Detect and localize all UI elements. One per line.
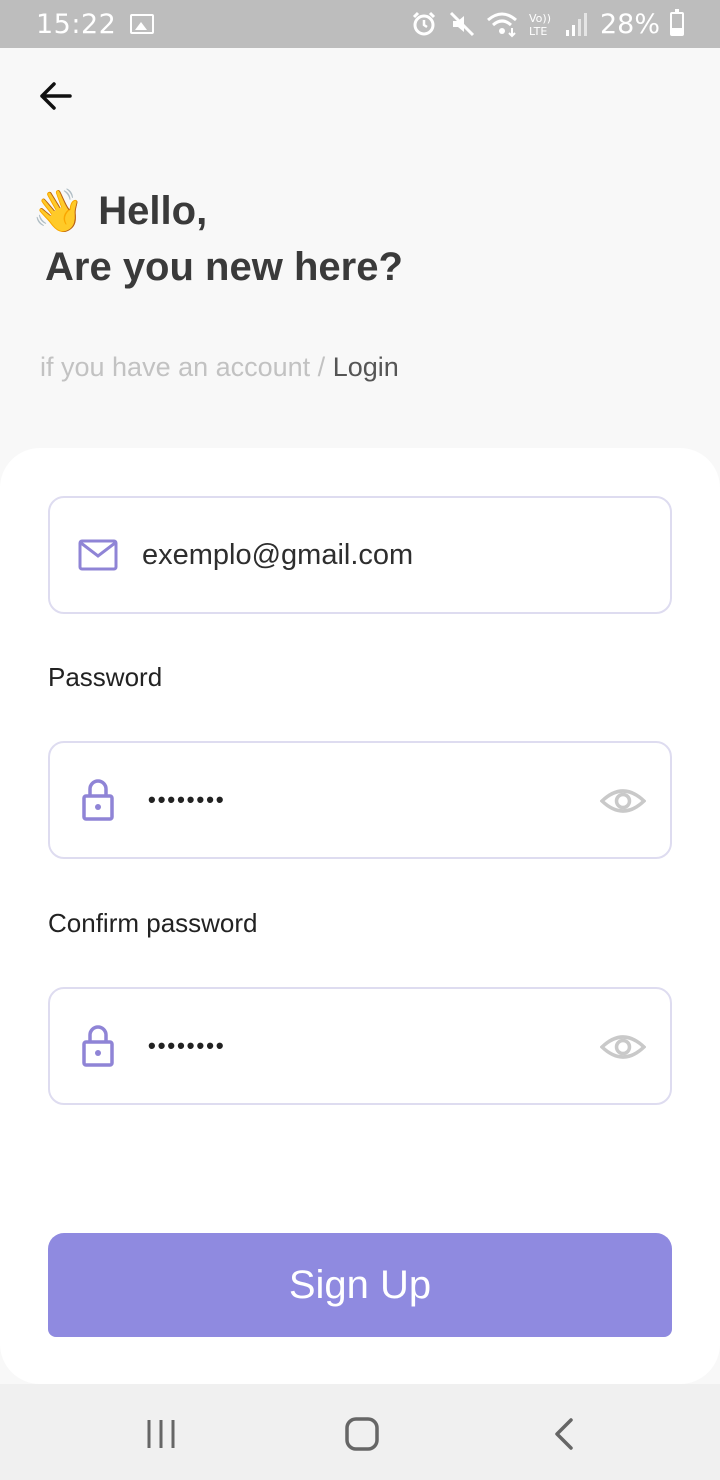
greeting-title: Hello, bbox=[98, 188, 208, 233]
signal-icon bbox=[564, 10, 590, 38]
wifi-icon bbox=[486, 10, 518, 38]
mail-icon bbox=[76, 533, 120, 577]
eye-icon[interactable] bbox=[599, 1025, 647, 1069]
mute-icon bbox=[448, 10, 476, 38]
volte-icon: Vo)) LTE bbox=[528, 10, 554, 38]
svg-text:LTE: LTE bbox=[529, 25, 547, 38]
arrow-left-icon bbox=[40, 82, 72, 110]
password-field[interactable]: •••••••• bbox=[48, 741, 672, 859]
waving-hand-icon: 👋 bbox=[32, 187, 85, 234]
confirm-password-value: •••••••• bbox=[148, 1033, 226, 1058]
login-hint: if you have an account / Login bbox=[40, 352, 399, 383]
navigation-bar bbox=[0, 1384, 720, 1480]
recents-icon[interactable] bbox=[141, 1414, 181, 1454]
gallery-icon bbox=[130, 14, 155, 34]
back-icon[interactable] bbox=[545, 1414, 585, 1454]
status-bar: 15:22 Vo)) LTE 28% bbox=[0, 0, 720, 48]
password-value: •••••••• bbox=[148, 787, 226, 812]
email-value: exemplo@gmail.com bbox=[142, 538, 414, 571]
status-time: 15:22 bbox=[36, 8, 117, 40]
battery-icon bbox=[670, 9, 684, 36]
back-button[interactable] bbox=[36, 76, 76, 116]
confirm-password-field[interactable]: •••••••• bbox=[48, 987, 672, 1105]
lock-icon bbox=[76, 1024, 120, 1068]
confirm-password-label: Confirm password bbox=[48, 908, 258, 938]
battery-percentage: 28% bbox=[599, 8, 660, 40]
home-icon[interactable] bbox=[342, 1414, 382, 1454]
sign-up-button[interactable]: Sign Up bbox=[48, 1233, 672, 1337]
eye-icon[interactable] bbox=[599, 779, 647, 823]
alarm-icon bbox=[410, 10, 438, 38]
lock-icon bbox=[76, 778, 120, 822]
email-field[interactable]: exemplo@gmail.com bbox=[48, 496, 672, 614]
status-icons: Vo)) LTE 28% bbox=[410, 9, 684, 40]
greeting: 👋 Hello, bbox=[32, 185, 207, 237]
greeting-subtitle: Are you new here? bbox=[45, 245, 403, 289]
login-hint-text: if you have an account / bbox=[40, 352, 333, 382]
svg-text:Vo)): Vo)) bbox=[529, 12, 551, 25]
password-label: Password bbox=[48, 662, 163, 692]
login-link[interactable]: Login bbox=[333, 352, 399, 382]
